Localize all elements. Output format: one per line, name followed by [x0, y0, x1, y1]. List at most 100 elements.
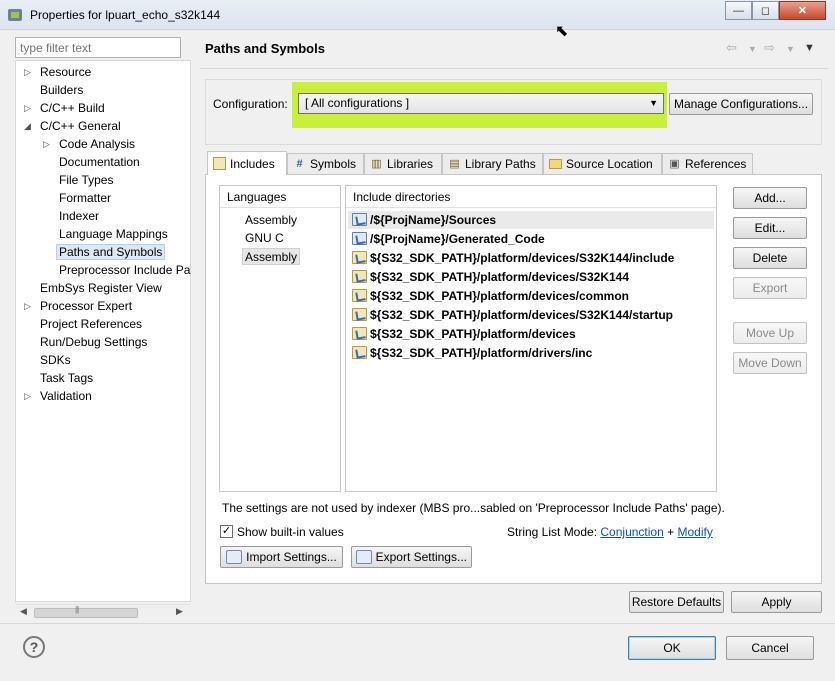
forward-arrow-icon[interactable]: ⇨ [764, 40, 775, 56]
filesystem-folder-icon [352, 327, 367, 340]
references-icon: ▣ [669, 157, 680, 170]
tree-item-label: Builders [40, 83, 84, 97]
tree-item-sdks[interactable]: SDKs [40, 351, 71, 369]
add-button[interactable]: Add... [733, 187, 807, 209]
expand-arrow-icon[interactable]: ▷ [24, 99, 34, 117]
tree-item-label: Run/Debug Settings [40, 335, 148, 349]
tree-item-label: C/C++ General [40, 119, 121, 133]
tree-item-resource[interactable]: ▷ Resource [24, 63, 91, 81]
filesystem-folder-icon [352, 289, 367, 302]
tree-item-paths-and-symbols[interactable]: Paths and Symbols [56, 243, 166, 261]
includes-icon [213, 157, 226, 170]
tab-includes[interactable]: Includes [207, 151, 287, 175]
import-settings-button[interactable]: Import Settings... [220, 546, 343, 568]
export-button[interactable]: Export [733, 277, 807, 299]
mouse-cursor-icon: ⬉ [555, 23, 569, 40]
tree-item-label: EmbSys Register View [40, 281, 162, 295]
tree-item-indexer[interactable]: Indexer [59, 207, 99, 225]
minimize-button[interactable]: — [725, 1, 752, 20]
tab-source-location[interactable]: Source Location [543, 153, 662, 174]
tree-item-builders[interactable]: Builders [40, 81, 83, 99]
expand-arrow-icon[interactable]: ▷ [43, 135, 53, 153]
scrollbar-thumb[interactable] [34, 605, 138, 618]
conjunction-link[interactable]: Conjunction [600, 525, 663, 539]
languages-list[interactable]: Languages Assembly GNU C Assembly [219, 185, 341, 492]
tree-item-run-debug-settings[interactable]: Run/Debug Settings [40, 333, 147, 351]
ok-button[interactable]: OK [628, 636, 716, 660]
tree-item-preprocessor-include-paths[interactable]: Preprocessor Include Pa [59, 261, 191, 279]
tab-library-paths[interactable]: ▤ Library Paths [442, 153, 543, 174]
apply-button[interactable]: Apply [731, 591, 822, 613]
include-dir-row[interactable]: /${ProjName}/Generated_Code [348, 230, 714, 248]
include-dir-row[interactable]: ${S32_SDK_PATH}/platform/devices [348, 325, 714, 343]
tab-label: Libraries [387, 157, 434, 171]
forward-dropdown-icon[interactable]: ▼ [786, 44, 795, 54]
language-item-assembly[interactable]: Assembly [245, 212, 297, 229]
tree-item-cpp-build[interactable]: ▷ C/C++ Build [24, 99, 105, 117]
include-dir-row[interactable]: ${S32_SDK_PATH}/platform/drivers/inc [348, 344, 714, 362]
include-dir-row[interactable]: ${S32_SDK_PATH}/platform/devices/S32K144… [348, 306, 714, 324]
view-menu-icon[interactable]: ▼ [804, 42, 815, 54]
scroll-right-icon[interactable]: ▶ [176, 606, 183, 617]
move-up-button[interactable]: Move Up [733, 322, 807, 344]
tree-item-project-references[interactable]: Project References [40, 315, 142, 333]
manage-configurations-button[interactable]: Manage Configurations... [669, 93, 813, 115]
horizontal-scrollbar[interactable]: ◀ ▶ [16, 604, 190, 620]
modify-link[interactable]: Modify [677, 525, 712, 539]
include-dir-row[interactable]: /${ProjName}/Sources [348, 211, 714, 229]
back-arrow-icon[interactable]: ⇦ [726, 40, 737, 56]
library-icon: ▥ [371, 157, 382, 170]
tree-item-code-analysis[interactable]: ▷ Code Analysis [43, 135, 135, 153]
show-builtin-checkbox[interactable]: ✓ [220, 525, 233, 538]
restore-button[interactable]: ◻ [752, 1, 779, 20]
include-directories-header: Include directories [346, 186, 716, 208]
page-title: Paths and Symbols [205, 41, 325, 56]
filesystem-folder-icon [352, 270, 367, 283]
move-down-button[interactable]: Move Down [733, 352, 807, 374]
export-settings-button[interactable]: Export Settings... [351, 546, 472, 568]
import-settings-label: Import Settings... [246, 550, 337, 564]
collapse-arrow-icon[interactable]: ◢ [24, 117, 34, 135]
language-item-gnu-c[interactable]: GNU C [245, 230, 284, 247]
show-builtin-label[interactable]: Show built-in values [237, 525, 344, 539]
export-icon [356, 550, 372, 564]
tree-item-task-tags[interactable]: Task Tags [40, 369, 93, 387]
tree-item-label: Preprocessor Include Pa [59, 263, 191, 277]
include-dir-path: ${S32_SDK_PATH}/platform/devices/S32K144… [370, 308, 674, 322]
tab-symbols[interactable]: # Symbols [287, 153, 364, 174]
filter-input[interactable] [15, 37, 181, 58]
tree-item-validation[interactable]: ▷ Validation [24, 387, 92, 405]
tree-item-documentation[interactable]: Documentation [59, 153, 140, 171]
tree-item-processor-expert[interactable]: ▷ Processor Expert [24, 297, 132, 315]
tree-item-label: Resource [40, 65, 92, 79]
include-dir-row[interactable]: ${S32_SDK_PATH}/platform/devices/S32K144… [348, 249, 714, 267]
cancel-button[interactable]: Cancel [726, 636, 814, 660]
include-directories-list[interactable]: Include directories /${ProjName}/Sources… [345, 185, 717, 492]
delete-button[interactable]: Delete [733, 247, 807, 269]
expand-arrow-icon[interactable]: ▷ [24, 297, 34, 315]
tab-references[interactable]: ▣ References [662, 153, 753, 174]
tree-item-file-types[interactable]: File Types [59, 171, 113, 189]
edit-button[interactable]: Edit... [733, 217, 807, 239]
tree-item-formatter[interactable]: Formatter [59, 189, 111, 207]
expand-arrow-icon[interactable]: ▷ [24, 387, 34, 405]
close-button[interactable]: ✕ [779, 1, 826, 20]
dropdown-arrow-icon[interactable]: ▼ [649, 98, 658, 108]
include-dir-path: /${ProjName}/Generated_Code [370, 232, 545, 246]
import-icon [226, 550, 243, 564]
configuration-label: Configuration: [213, 97, 288, 111]
tree-item-cpp-general[interactable]: ◢ C/C++ General [24, 117, 121, 135]
help-icon[interactable]: ? [23, 636, 45, 658]
tree-item-language-mappings[interactable]: Language Mappings [59, 225, 168, 243]
tree-item-embsys-register-view[interactable]: EmbSys Register View [40, 279, 162, 297]
back-dropdown-icon[interactable]: ▼ [748, 44, 757, 54]
language-item-assembly-selected[interactable]: Assembly [242, 248, 301, 265]
include-dir-path: ${S32_SDK_PATH}/platform/devices [370, 327, 576, 341]
expand-arrow-icon[interactable]: ▷ [24, 63, 34, 81]
tab-libraries[interactable]: ▥ Libraries [364, 153, 442, 174]
include-dir-row[interactable]: ${S32_SDK_PATH}/platform/devices/S32K144 [348, 268, 714, 286]
include-dir-row[interactable]: ${S32_SDK_PATH}/platform/devices/common [348, 287, 714, 305]
configuration-select[interactable]: [ All configurations ] ▼ [298, 93, 664, 114]
restore-defaults-button[interactable]: Restore Defaults [629, 591, 724, 613]
scroll-left-icon[interactable]: ◀ [20, 606, 27, 617]
